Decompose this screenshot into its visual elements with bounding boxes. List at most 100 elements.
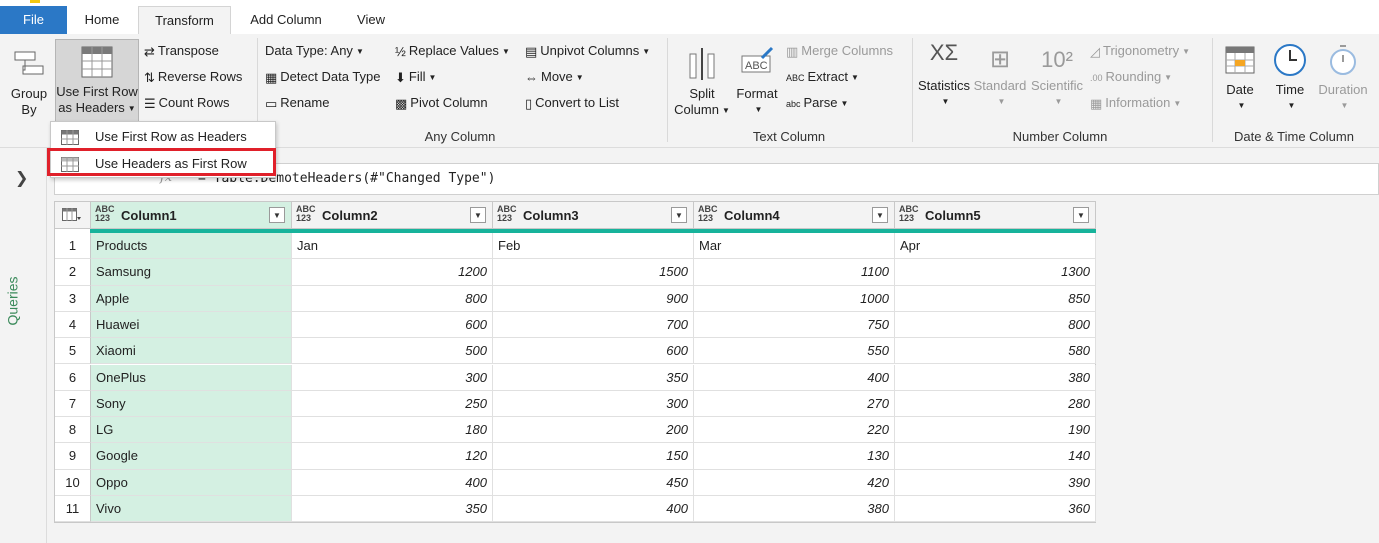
row-number[interactable]: 6: [55, 364, 91, 391]
table-cell[interactable]: 900: [493, 285, 694, 312]
chevron-right-icon[interactable]: ❯: [15, 168, 28, 188]
table-cell[interactable]: 1200: [292, 259, 493, 286]
row-number[interactable]: 7: [55, 390, 91, 418]
time-button[interactable]: Time ▼: [1267, 42, 1313, 114]
row-number[interactable]: 2: [55, 259, 91, 286]
table-cell[interactable]: 350: [292, 496, 493, 523]
column-filter-button[interactable]: ▼: [470, 207, 486, 223]
table-cell[interactable]: Oppo: [91, 469, 292, 496]
table-cell[interactable]: Apple: [91, 285, 292, 312]
tab-home[interactable]: Home: [70, 6, 134, 34]
column-header-2[interactable]: ABC 123 Column2 ▼: [292, 202, 493, 229]
table-cell[interactable]: 130: [694, 443, 895, 470]
row-number[interactable]: 9: [55, 443, 91, 470]
statistics-button[interactable]: XΣ Statistics ▼: [916, 42, 972, 110]
table-cell[interactable]: 180: [292, 417, 493, 444]
table-cell[interactable]: 400: [493, 496, 694, 523]
table-cell[interactable]: 400: [694, 364, 895, 391]
row-number[interactable]: 3: [55, 285, 91, 312]
menu-item-use-first-row-as-headers[interactable]: Use First Row as Headers: [51, 124, 275, 150]
row-number[interactable]: 1: [55, 233, 91, 260]
row-number[interactable]: 4: [55, 311, 91, 339]
reverse-rows-button[interactable]: ⇅ Reverse Rows: [144, 69, 242, 86]
table-cell[interactable]: Xiaomi: [91, 338, 292, 365]
table-cell[interactable]: 1500: [493, 259, 694, 286]
table-cell[interactable]: 580: [895, 338, 1096, 365]
parse-button[interactable]: abc Parse ▼: [786, 95, 848, 110]
tab-view[interactable]: View: [344, 6, 398, 34]
table-cell[interactable]: Huawei: [91, 311, 292, 339]
column-header-3[interactable]: ABC 123 Column3 ▼: [493, 202, 694, 229]
detect-data-type-button[interactable]: ▦ Detect Data Type: [265, 69, 381, 86]
column-filter-button[interactable]: ▼: [872, 207, 888, 223]
table-cell[interactable]: 120: [292, 443, 493, 470]
column-header-5[interactable]: ABC 123 Column5 ▼: [895, 202, 1096, 229]
table-cell[interactable]: 800: [895, 311, 1096, 339]
table-cell[interactable]: 600: [292, 311, 493, 339]
row-number[interactable]: 11: [55, 496, 91, 523]
column-filter-button[interactable]: ▼: [1073, 207, 1089, 223]
row-number[interactable]: 10: [55, 469, 91, 496]
table-cell[interactable]: 500: [292, 338, 493, 365]
table-cell[interactable]: 200: [493, 417, 694, 444]
tab-add-column[interactable]: Add Column: [238, 6, 334, 34]
count-rows-button[interactable]: ☰ Count Rows: [144, 95, 229, 112]
tab-file[interactable]: File: [0, 6, 67, 34]
table-cell[interactable]: 1100: [694, 259, 895, 286]
table-cell[interactable]: 300: [292, 364, 493, 391]
table-cell[interactable]: LG: [91, 417, 292, 444]
table-cell[interactable]: 850: [895, 285, 1096, 312]
table-cell[interactable]: OnePlus: [91, 364, 292, 391]
column-header-1[interactable]: ABC 123 Column1 ▼: [91, 202, 292, 229]
table-cell[interactable]: 390: [895, 469, 1096, 496]
table-cell[interactable]: Sony: [91, 390, 292, 418]
group-by-button[interactable]: Group By: [6, 46, 52, 118]
tab-transform[interactable]: Transform: [138, 6, 231, 35]
table-cell[interactable]: 700: [493, 311, 694, 339]
table-cell[interactable]: 380: [895, 364, 1096, 391]
transpose-button[interactable]: ⇄ Transpose: [144, 43, 219, 60]
table-cell[interactable]: 1000: [694, 285, 895, 312]
table-cell[interactable]: 140: [895, 443, 1096, 470]
date-button[interactable]: Date ▼: [1217, 42, 1263, 114]
table-cell[interactable]: 450: [493, 469, 694, 496]
table-cell[interactable]: 600: [493, 338, 694, 365]
table-cell[interactable]: 800: [292, 285, 493, 312]
table-cell[interactable]: 1300: [895, 259, 1096, 286]
table-cell[interactable]: 360: [895, 496, 1096, 523]
convert-to-list-button[interactable]: ▯ Convert to List: [525, 95, 619, 112]
table-cell[interactable]: 280: [895, 390, 1096, 418]
table-cell[interactable]: 750: [694, 311, 895, 339]
rename-button[interactable]: ▭ Rename: [265, 95, 329, 112]
move-button[interactable]: ⇔ Move ▼: [525, 69, 584, 85]
use-first-row-as-headers-button[interactable]: Use First Row as Headers ▼: [55, 39, 139, 122]
table-cell[interactable]: 380: [694, 496, 895, 523]
unpivot-columns-button[interactable]: ▤ Unpivot Columns ▼: [525, 43, 650, 60]
table-cell[interactable]: Google: [91, 443, 292, 470]
table-cell[interactable]: Feb: [493, 233, 694, 260]
row-number[interactable]: 5: [55, 338, 91, 365]
fill-button[interactable]: ⬇ Fill ▼: [395, 69, 436, 86]
column-filter-button[interactable]: ▼: [671, 207, 687, 223]
pivot-column-button[interactable]: ▩ Pivot Column: [395, 95, 488, 112]
table-cell[interactable]: Jan: [292, 233, 493, 260]
table-cell[interactable]: Products: [91, 233, 292, 260]
table-cell[interactable]: Vivo: [91, 496, 292, 523]
split-column-button[interactable]: Split Column ▼: [674, 44, 730, 119]
grid-corner-button[interactable]: [55, 202, 91, 229]
table-cell[interactable]: 400: [292, 469, 493, 496]
row-number[interactable]: 8: [55, 417, 91, 444]
column-header-4[interactable]: ABC 123 Column4 ▼: [694, 202, 895, 229]
table-cell[interactable]: 250: [292, 390, 493, 418]
table-cell[interactable]: 350: [493, 364, 694, 391]
format-button[interactable]: ABC Format ▼: [731, 44, 783, 118]
table-cell[interactable]: Samsung: [91, 259, 292, 286]
data-type-dropdown[interactable]: Data Type: Any ▼: [265, 43, 364, 58]
table-cell[interactable]: 550: [694, 338, 895, 365]
table-cell[interactable]: Apr: [895, 233, 1096, 260]
queries-pane-toggle[interactable]: Queries: [5, 268, 40, 338]
column-filter-button[interactable]: ▼: [269, 207, 285, 223]
table-cell[interactable]: Mar: [694, 233, 895, 260]
table-cell[interactable]: 270: [694, 390, 895, 418]
table-cell[interactable]: 220: [694, 417, 895, 444]
